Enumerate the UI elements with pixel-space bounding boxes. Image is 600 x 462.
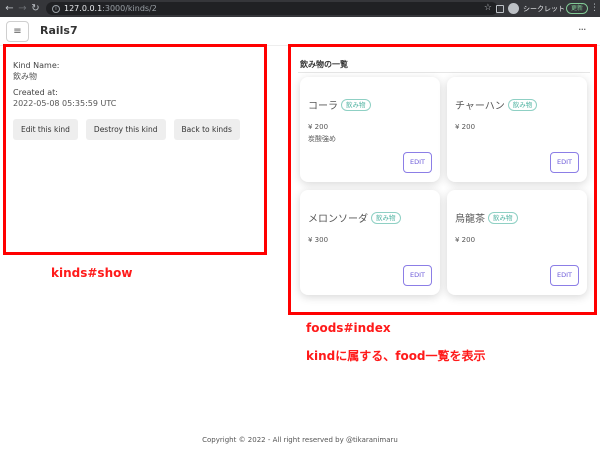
created-at-label: Created at: <box>13 88 58 97</box>
back-arrow-icon[interactable]: ← <box>3 0 16 17</box>
url-path: :3000/kinds/2 <box>102 4 157 13</box>
destroy-kind-button[interactable]: Destroy this kind <box>85 119 166 140</box>
food-name: 烏龍茶 <box>455 214 485 225</box>
app-header: ≡ Rails7 ··· <box>0 17 600 46</box>
browser-update-button[interactable]: 更新 <box>566 3 588 14</box>
kind-name-label: Kind Name: <box>13 61 60 70</box>
food-card: コーラ 飲み物 ¥ 200 炭酸強め EDIT <box>300 77 440 182</box>
ellipsis-icon[interactable]: ··· <box>578 23 586 36</box>
food-name: チャーハン <box>455 101 505 112</box>
divider <box>298 72 590 73</box>
food-name: コーラ <box>308 101 338 112</box>
tab-search-icon[interactable] <box>496 4 504 13</box>
kind-badge: 飲み物 <box>341 98 371 111</box>
food-card: チャーハン 飲み物 ¥ 200 EDIT <box>447 77 587 182</box>
food-price: ¥ 200 <box>455 123 476 131</box>
food-name: メロンソーダ <box>308 214 368 225</box>
incognito-label[interactable]: シークレット <box>523 4 565 14</box>
created-at-value: 2022-05-08 05:35:59 UTC <box>13 99 117 108</box>
footer-copyright: Copyright © 2022 - All right reserved by… <box>202 436 398 444</box>
hamburger-menu-button[interactable]: ≡ <box>6 21 29 42</box>
food-price: ¥ 300 <box>308 236 329 244</box>
annotation-note-index: kindに属する、food一覧を表示 <box>306 349 486 363</box>
food-price: ¥ 200 <box>308 123 329 131</box>
back-to-kinds-button[interactable]: Back to kinds <box>173 119 240 140</box>
food-description: 炭酸強め <box>308 135 336 143</box>
browser-menu-icon[interactable]: ⋮ <box>590 0 599 17</box>
edit-food-button[interactable]: EDIT <box>550 152 579 173</box>
site-info-icon[interactable]: i <box>52 4 60 13</box>
kind-actions: Edit this kind Destroy this kind Back to… <box>13 119 240 140</box>
food-card: メロンソーダ 飲み物 ¥ 300 EDIT <box>300 190 440 295</box>
forward-arrow-icon[interactable]: → <box>16 0 29 17</box>
url-host: 127.0.0.1 <box>64 4 103 13</box>
annotation-label-index: foods#index <box>306 321 391 335</box>
brand-title[interactable]: Rails7 <box>40 24 78 37</box>
kind-badge: 飲み物 <box>507 98 538 111</box>
reload-icon[interactable]: ↻ <box>29 0 42 17</box>
edit-food-button[interactable]: EDIT <box>403 265 432 286</box>
kind-details: Kind Name: 飲み物 Created at: 2022-05-08 05… <box>13 60 253 114</box>
annotation-label-show: kinds#show <box>51 266 133 280</box>
browser-toolbar: ← → ↻ i 127.0.0.1:3000/kinds/2 ☆ シークレット … <box>0 0 600 17</box>
edit-food-button[interactable]: EDIT <box>550 265 579 286</box>
incognito-avatar-icon[interactable] <box>508 3 519 14</box>
edit-food-button[interactable]: EDIT <box>403 152 432 173</box>
food-price: ¥ 200 <box>455 236 476 244</box>
kind-badge: 飲み物 <box>488 211 518 224</box>
address-bar[interactable]: i 127.0.0.1:3000/kinds/2 ☆ <box>46 2 498 15</box>
kind-name-value: 飲み物 <box>13 72 37 81</box>
bookmark-star-icon[interactable]: ☆ <box>484 2 492 15</box>
kind-badge: 飲み物 <box>371 211 401 224</box>
hamburger-icon: ≡ <box>13 26 22 37</box>
edit-kind-button[interactable]: Edit this kind <box>13 119 78 140</box>
foods-list-title: 飲み物の一覧 <box>300 60 348 69</box>
food-card: 烏龍茶 飲み物 ¥ 200 EDIT <box>447 190 587 295</box>
